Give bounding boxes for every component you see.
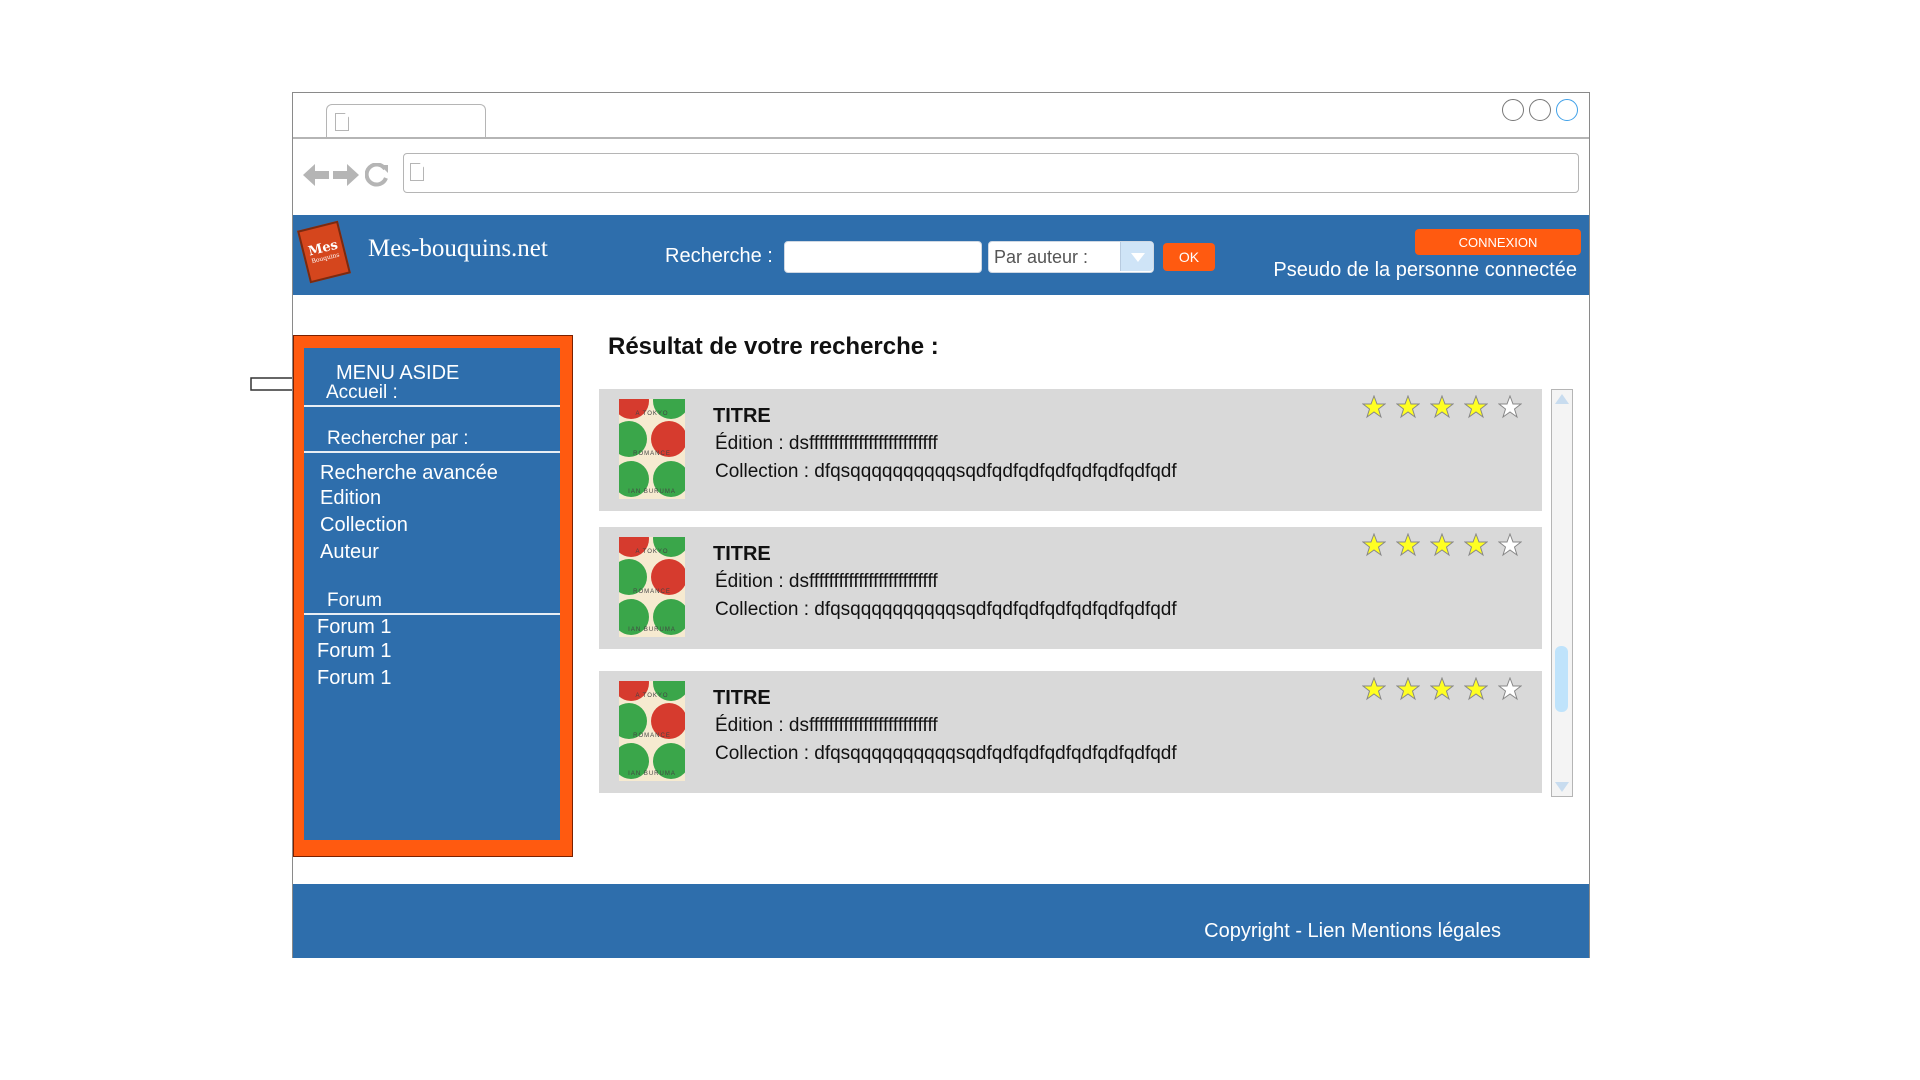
book-collection: Collection : dfqsqqqqqqqqqqsqdfqdfqdfqdf… [715, 599, 1177, 620]
cover-text-top: A TOKYO [635, 411, 669, 417]
cover-text-top: A TOKYO [635, 693, 669, 699]
back-arrow-icon[interactable] [303, 163, 329, 187]
result-card[interactable]: A TOKYO ROMANCE IAN BURUMA TITRE Édition : d… [599, 389, 1542, 511]
scrollbar-thumb[interactable] [1555, 646, 1568, 712]
divider [304, 405, 560, 407]
divider [304, 451, 560, 453]
cover-text-middle: ROMANCE [633, 733, 671, 739]
site-name[interactable]: Mes-bouquins.net [368, 235, 548, 263]
book-collection: Collection : dfqsqqqqqqqqqqsqdfqdfqdfqdf… [715, 743, 1177, 764]
tab-divider [293, 137, 1589, 139]
aside-menu: MENU ASIDE Accueil : Rechercher par : Re… [304, 348, 560, 840]
maximize-button[interactable] [1529, 99, 1551, 121]
search-filter-value: Par auteur : [994, 247, 1089, 267]
star-filled-icon[interactable] [1464, 395, 1488, 419]
search-input[interactable] [784, 241, 982, 273]
star-filled-icon[interactable] [1464, 677, 1488, 701]
star-filled-icon[interactable] [1362, 395, 1386, 419]
site-logo[interactable]: Mes Bouquins [297, 220, 351, 284]
minimize-button[interactable] [1502, 99, 1524, 121]
result-card[interactable]: A TOKYO ROMANCE IAN BURUMA TITRE Édition : d… [599, 671, 1542, 793]
book-title[interactable]: TITRE [713, 687, 771, 710]
search-by-heading: Rechercher par : [327, 428, 469, 449]
divider [304, 613, 560, 615]
aside-item-collection[interactable]: Collection [320, 514, 408, 537]
aside-item-forum[interactable]: Forum 1 [317, 640, 391, 663]
star-filled-icon[interactable] [1396, 395, 1420, 419]
scroll-down-icon[interactable] [1555, 782, 1569, 792]
star-filled-icon[interactable] [1362, 533, 1386, 557]
book-cover-image[interactable]: A TOKYO ROMANCE IAN BURUMA [619, 537, 685, 637]
aside-item-forum[interactable]: Forum 1 [317, 616, 391, 639]
browser-chrome [293, 93, 1589, 217]
aside-menu-frame: MENU ASIDE Accueil : Rechercher par : Re… [293, 335, 573, 857]
site-footer: Copyright - Lien Mentions légales [293, 884, 1589, 958]
book-edition: Édition : dsffffffffffffffffffffffffff [715, 433, 938, 454]
forward-arrow-icon[interactable] [333, 163, 359, 187]
book-cover-image[interactable]: A TOKYO ROMANCE IAN BURUMA [619, 681, 685, 781]
star-empty-icon[interactable] [1498, 677, 1522, 701]
scroll-up-icon[interactable] [1555, 394, 1569, 404]
cover-text-bottom: IAN BURUMA [628, 489, 676, 495]
cover-text-middle: ROMANCE [633, 451, 671, 457]
book-edition: Édition : dsffffffffffffffffffffffffff [715, 571, 938, 592]
book-collection: Collection : dfqsqqqqqqqqqqsqdfqdfqdfqdf… [715, 461, 1177, 482]
search-ok-button[interactable]: OK [1163, 243, 1215, 271]
book-edition: Édition : dsffffffffffffffffffffffffff [715, 715, 938, 736]
rating-stars[interactable] [1362, 395, 1522, 419]
star-empty-icon[interactable] [1498, 533, 1522, 557]
page-icon [410, 163, 424, 181]
connected-username: Pseudo de la personne connectée [1273, 259, 1577, 281]
rating-stars[interactable] [1362, 533, 1522, 557]
forum-heading: Forum [327, 590, 382, 611]
chevron-down-icon[interactable] [1120, 242, 1153, 271]
star-filled-icon[interactable] [1396, 677, 1420, 701]
aside-item-home[interactable]: Accueil : [326, 382, 398, 404]
search-label: Recherche : [665, 245, 773, 267]
star-filled-icon[interactable] [1396, 533, 1420, 557]
book-cover-image[interactable]: A TOKYO ROMANCE IAN BURUMA [619, 399, 685, 499]
rating-stars[interactable] [1362, 677, 1522, 701]
results-scrollbar[interactable] [1551, 389, 1573, 797]
star-filled-icon[interactable] [1430, 395, 1454, 419]
cover-text-top: A TOKYO [635, 549, 669, 555]
star-empty-icon[interactable] [1498, 395, 1522, 419]
search-filter-select[interactable]: Par auteur : [988, 241, 1154, 273]
browser-window: Mes Bouquins Mes-bouquins.net Recherche … [292, 92, 1590, 958]
address-bar[interactable] [403, 153, 1579, 193]
site-header: Mes Bouquins Mes-bouquins.net Recherche … [293, 215, 1589, 295]
aside-item-advanced-search[interactable]: Recherche avancée [320, 462, 498, 485]
cover-text-bottom: IAN BURUMA [628, 627, 676, 633]
browser-tab[interactable] [326, 104, 486, 138]
cover-text-middle: ROMANCE [633, 589, 671, 595]
results-title: Résultat de votre recherche : [608, 333, 939, 360]
star-filled-icon[interactable] [1430, 533, 1454, 557]
aside-item-edition[interactable]: Edition [320, 487, 381, 510]
result-card[interactable]: A TOKYO ROMANCE IAN BURUMA TITRE Édition : d… [599, 527, 1542, 649]
footer-legal-link[interactable]: Copyright - Lien Mentions légales [1204, 920, 1501, 943]
close-button[interactable] [1556, 99, 1578, 121]
login-button[interactable]: CONNEXION [1415, 229, 1581, 255]
page-icon [335, 113, 349, 131]
star-filled-icon[interactable] [1464, 533, 1488, 557]
reload-icon[interactable] [365, 163, 389, 187]
aside-item-forum[interactable]: Forum 1 [317, 667, 391, 690]
cover-text-bottom: IAN BURUMA [628, 771, 676, 777]
book-title[interactable]: TITRE [713, 405, 771, 428]
book-title[interactable]: TITRE [713, 543, 771, 566]
star-filled-icon[interactable] [1430, 677, 1454, 701]
aside-item-author[interactable]: Auteur [320, 541, 379, 564]
star-filled-icon[interactable] [1362, 677, 1386, 701]
